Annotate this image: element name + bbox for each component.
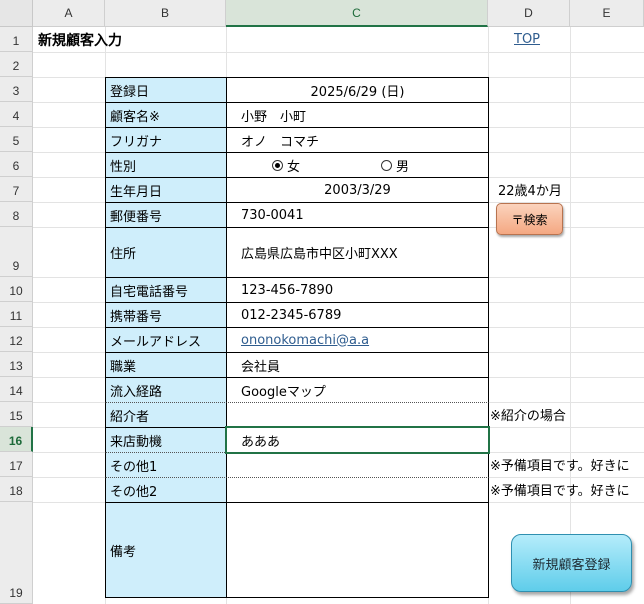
email-cell[interactable]: ononokomachi@a.a <box>226 327 489 353</box>
row-header-7[interactable]: 7 <box>0 177 33 202</box>
address-cell[interactable]: 広島県広島市中区小町XXX <box>226 227 489 278</box>
page-title: 新規顧客入力 <box>38 32 122 49</box>
column-header-a[interactable]: A <box>33 0 105 27</box>
active-cell-outline <box>225 426 490 454</box>
label-other2: その他2 <box>105 477 227 503</box>
row-header-15[interactable]: 15 <box>0 402 33 427</box>
label-address: 住所 <box>105 227 227 278</box>
row-header-10[interactable]: 10 <box>0 277 33 302</box>
label-other1: その他1 <box>105 452 227 478</box>
zip-search-button[interactable]: 〒検索 <box>496 203 563 235</box>
row-header-9[interactable]: 9 <box>0 227 33 277</box>
column-header-e[interactable]: E <box>570 0 644 27</box>
radio-unselected-icon <box>381 159 392 171</box>
label-email: メールアドレス <box>105 327 227 353</box>
row-header-6[interactable]: 6 <box>0 152 33 177</box>
label-birthday: 生年月日 <box>105 177 227 203</box>
label-job: 職業 <box>105 352 227 378</box>
gender-female-label: 女 <box>287 159 301 175</box>
top-link[interactable]: TOP <box>514 27 540 52</box>
label-gender: 性別 <box>105 152 227 178</box>
row-header-11[interactable]: 11 <box>0 302 33 327</box>
email-link[interactable]: ononokomachi@a.a <box>241 333 369 348</box>
age-note: 22歳4か月 <box>498 184 562 199</box>
radio-selected-icon <box>272 159 283 171</box>
notes-cell[interactable] <box>226 502 489 598</box>
row-header-12[interactable]: 12 <box>0 327 33 352</box>
gender-male-label: 男 <box>396 159 410 175</box>
label-referrer: 紹介者 <box>105 402 227 428</box>
column-header-b[interactable]: B <box>105 0 226 27</box>
name-cell[interactable]: 小野 小町 <box>226 102 489 128</box>
reg-date-cell[interactable]: 2025/6/29 (日) <box>226 77 489 103</box>
label-name: 顧客名※ <box>105 102 227 128</box>
select-all-corner[interactable] <box>0 0 33 27</box>
row-header-13[interactable]: 13 <box>0 352 33 377</box>
row-header-5[interactable]: 5 <box>0 127 33 152</box>
label-mobile: 携帯番号 <box>105 302 227 328</box>
row-header-19[interactable]: 19 <box>0 502 33 604</box>
register-customer-button[interactable]: 新規顧客登録 <box>511 534 632 592</box>
row-header-16[interactable]: 16 <box>0 427 33 452</box>
row-header-1[interactable]: 1 <box>0 27 33 52</box>
label-channel: 流入経路 <box>105 377 227 403</box>
mobile-cell[interactable]: 012-2345-6789 <box>226 302 489 328</box>
spreadsheet: A B C D E 1 2 3 4 5 6 7 8 9 10 11 12 13 … <box>0 0 644 604</box>
gridline <box>570 27 571 604</box>
kana-cell[interactable]: オノ コマチ <box>226 127 489 153</box>
row-header-8[interactable]: 8 <box>0 202 33 227</box>
row-header-17[interactable]: 17 <box>0 452 33 477</box>
row-header-3[interactable]: 3 <box>0 77 33 102</box>
channel-cell[interactable]: Googleマップ <box>226 377 489 403</box>
column-header-d[interactable]: D <box>488 0 570 27</box>
other2-cell[interactable] <box>226 477 489 503</box>
other2-note: ※予備項目です。好きに <box>490 484 630 499</box>
other1-cell[interactable] <box>226 452 489 478</box>
zip-cell[interactable]: 730-0041 <box>226 202 489 228</box>
label-reg-date: 登録日 <box>105 77 227 103</box>
home-phone-cell[interactable]: 123-456-7890 <box>226 277 489 303</box>
gender-female-radio[interactable]: 女 <box>272 152 300 178</box>
label-kana: フリガナ <box>105 127 227 153</box>
birthday-cell[interactable]: 2003/3/29 <box>226 177 489 203</box>
label-home-phone: 自宅電話番号 <box>105 277 227 303</box>
label-motive: 来店動機 <box>105 427 227 453</box>
referrer-note: ※紹介の場合 <box>490 409 566 424</box>
row-header-14[interactable]: 14 <box>0 377 33 402</box>
column-header-c[interactable]: C <box>226 0 488 27</box>
label-notes: 備考 <box>105 502 227 598</box>
row-header-4[interactable]: 4 <box>0 102 33 127</box>
referrer-cell[interactable] <box>226 402 489 428</box>
job-cell[interactable]: 会社員 <box>226 352 489 378</box>
label-zip: 郵便番号 <box>105 202 227 228</box>
row-header-2[interactable]: 2 <box>0 52 33 77</box>
row-header-18[interactable]: 18 <box>0 477 33 502</box>
gender-cell <box>226 152 489 178</box>
gridline <box>33 52 644 53</box>
gender-male-radio[interactable]: 男 <box>381 152 409 178</box>
other1-note: ※予備項目です。好きに <box>490 459 630 474</box>
